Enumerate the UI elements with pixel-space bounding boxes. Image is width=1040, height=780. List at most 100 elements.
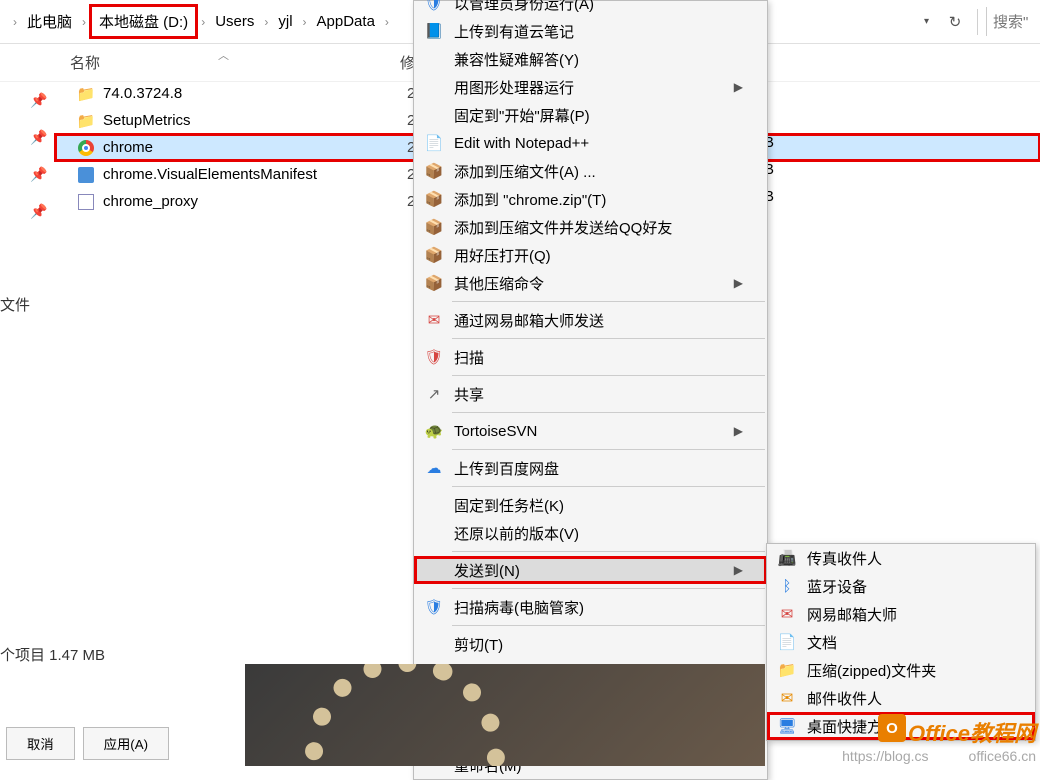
- send-to-submenu: 📠传真收件人 ᛒ 蓝牙设备 ✉ 网易邮箱大师 📄 文档 📁压缩(zipped)文件夹✉邮件收件…: [766, 543, 1036, 741]
- breadcrumb-item[interactable]: yjl: [271, 9, 299, 34]
- menu-item-icon: 📦: [424, 161, 444, 181]
- submenu-item-icon: ✉: [777, 605, 797, 623]
- status-bar: 个项目 1.47 MB: [0, 644, 105, 665]
- menu-item[interactable]: 🛡 扫描病毒(电脑管家): [414, 593, 767, 621]
- submenu-arrow-icon: ▶: [724, 424, 743, 438]
- submenu-item-icon: ᛒ: [777, 578, 797, 595]
- menu-separator: [452, 551, 765, 552]
- menu-item-label: 固定到"开始"屏幕(P): [454, 105, 590, 126]
- breadcrumb-item[interactable]: 本地磁盘 (D:): [89, 4, 198, 39]
- watermark: O Office教程网 https://blog.csoffice66.cn: [842, 716, 1036, 764]
- menu-item[interactable]: 用图形处理器运行 ▶: [414, 73, 767, 101]
- menu-item[interactable]: ✉通过网易邮箱大师发送: [414, 306, 767, 334]
- pin-icon[interactable]: 📌: [0, 82, 55, 119]
- menu-separator: [452, 486, 765, 487]
- menu-item-label: 用图形处理器运行: [454, 77, 574, 98]
- menu-item[interactable]: 还原以前的版本(V): [414, 519, 767, 547]
- chevron-right-icon[interactable]: ›: [10, 15, 20, 29]
- submenu-item[interactable]: 📠传真收件人: [767, 544, 1035, 572]
- apply-button[interactable]: 应用(A): [83, 727, 169, 760]
- submenu-item-label: 文档: [807, 632, 837, 653]
- menu-item-icon: 🛡: [424, 0, 444, 13]
- submenu-item[interactable]: ✉邮件收件人: [767, 684, 1035, 712]
- dropdown-icon[interactable]: ▾: [918, 16, 935, 27]
- folder-icon: 📁: [75, 85, 97, 103]
- menu-item-label: 还原以前的版本(V): [454, 523, 579, 544]
- menu-item-label: 添加到压缩文件(A) ...: [454, 161, 596, 182]
- menu-item[interactable]: 📦用好压打开(Q): [414, 241, 767, 269]
- submenu-item[interactable]: 📄 文档: [767, 628, 1035, 656]
- menu-item[interactable]: ↗ 共享: [414, 380, 767, 408]
- menu-separator: [452, 449, 765, 450]
- menu-item-icon: ☁: [424, 458, 444, 478]
- menu-item[interactable]: 📘上传到有道云笔记: [414, 17, 767, 45]
- submenu-item[interactable]: 📁压缩(zipped)文件夹: [767, 656, 1035, 684]
- breadcrumb-item[interactable]: 此电脑: [20, 7, 79, 36]
- submenu-item[interactable]: ✉ 网易邮箱大师: [767, 600, 1035, 628]
- menu-item-label: 上传到百度网盘: [454, 458, 559, 479]
- refresh-icon[interactable]: ↻: [941, 13, 969, 31]
- menu-item[interactable]: 固定到任务栏(K): [414, 491, 767, 519]
- search-input[interactable]: 搜索": [986, 7, 1036, 36]
- column-name[interactable]: 名称: [70, 52, 400, 73]
- pin-icon[interactable]: 📌: [0, 119, 55, 156]
- submenu-arrow-icon: ▶: [724, 80, 743, 94]
- menu-item-label: 扫描病毒(电脑管家): [454, 597, 584, 618]
- file-name: chrome: [97, 139, 407, 156]
- breadcrumb-item[interactable]: AppData: [310, 9, 382, 34]
- submenu-item-label: 网易邮箱大师: [807, 604, 897, 625]
- cancel-button[interactable]: 取消: [6, 727, 75, 760]
- menu-item[interactable]: 📦 添加到 "chrome.zip"(T): [414, 185, 767, 213]
- separator: [977, 9, 978, 35]
- submenu-item-icon: 📠: [777, 549, 797, 567]
- sort-indicator-icon[interactable]: ︿: [218, 47, 229, 63]
- submenu-item-label: 蓝牙设备: [807, 576, 867, 597]
- chevron-right-icon: ›: [79, 15, 89, 29]
- menu-item[interactable]: 📄 Edit with Notepad++: [414, 129, 767, 157]
- menu-item[interactable]: 📦其他压缩命令▶: [414, 269, 767, 297]
- menu-item-icon: 📦: [424, 189, 444, 209]
- menu-item-icon: 📦: [424, 273, 444, 293]
- menu-item[interactable]: ☁ 上传到百度网盘: [414, 454, 767, 482]
- menu-item[interactable]: 📦 添加到压缩文件(A) ...: [414, 157, 767, 185]
- menu-item-icon: ✉: [424, 310, 444, 330]
- menu-item-icon: ↗: [424, 384, 444, 404]
- menu-item[interactable]: 发送到(N)▶: [414, 556, 767, 584]
- menu-item[interactable]: 🛡以管理员身份运行(A): [414, 0, 767, 17]
- file-name: SetupMetrics: [97, 112, 407, 129]
- dialog-buttons: 取消 应用(A): [0, 721, 245, 766]
- menu-separator: [452, 625, 765, 626]
- menu-item-label: 上传到有道云笔记: [454, 21, 574, 42]
- menu-item-icon: 📄: [424, 133, 444, 153]
- menu-item[interactable]: 兼容性疑难解答(Y): [414, 45, 767, 73]
- submenu-arrow-icon: ▶: [724, 276, 743, 290]
- menu-item-label: 添加到 "chrome.zip"(T): [454, 189, 606, 210]
- chevron-right-icon: ›: [300, 15, 310, 29]
- decorative-shape: [272, 664, 538, 766]
- menu-item-label: Edit with Notepad++: [454, 135, 589, 152]
- menu-item-label: 共享: [454, 384, 484, 405]
- pin-icon[interactable]: 📌: [0, 156, 55, 193]
- menu-item-icon: 🐢: [424, 421, 444, 441]
- breadcrumb-item[interactable]: Users: [208, 9, 261, 34]
- menu-item[interactable]: 🐢TortoiseSVN▶: [414, 417, 767, 445]
- submenu-item-icon: 🖥: [777, 717, 797, 735]
- pin-icon[interactable]: 📌: [0, 193, 55, 230]
- menu-item[interactable]: 📦添加到压缩文件并发送给QQ好友: [414, 213, 767, 241]
- menu-item[interactable]: 🛡扫描: [414, 343, 767, 371]
- menu-item-icon: 🛡: [424, 597, 444, 617]
- logo-icon: O: [878, 714, 906, 742]
- menu-item-label: 发送到(N): [454, 560, 520, 581]
- chevron-right-icon: ›: [198, 15, 208, 29]
- folder-icon: 📁: [75, 112, 97, 130]
- preview-image: [245, 664, 765, 766]
- file-name: chrome_proxy: [97, 193, 407, 210]
- menu-item-icon: 🛡: [424, 347, 444, 367]
- submenu-item-icon: 📄: [777, 633, 797, 651]
- menu-item[interactable]: 固定到"开始"屏幕(P): [414, 101, 767, 129]
- submenu-item-label: 压缩(zipped)文件夹: [807, 660, 936, 681]
- menu-item[interactable]: 剪切(T): [414, 630, 767, 658]
- sidebar-label: 文件: [0, 294, 30, 315]
- menu-item-label: 剪切(T): [454, 634, 503, 655]
- submenu-item[interactable]: ᛒ 蓝牙设备: [767, 572, 1035, 600]
